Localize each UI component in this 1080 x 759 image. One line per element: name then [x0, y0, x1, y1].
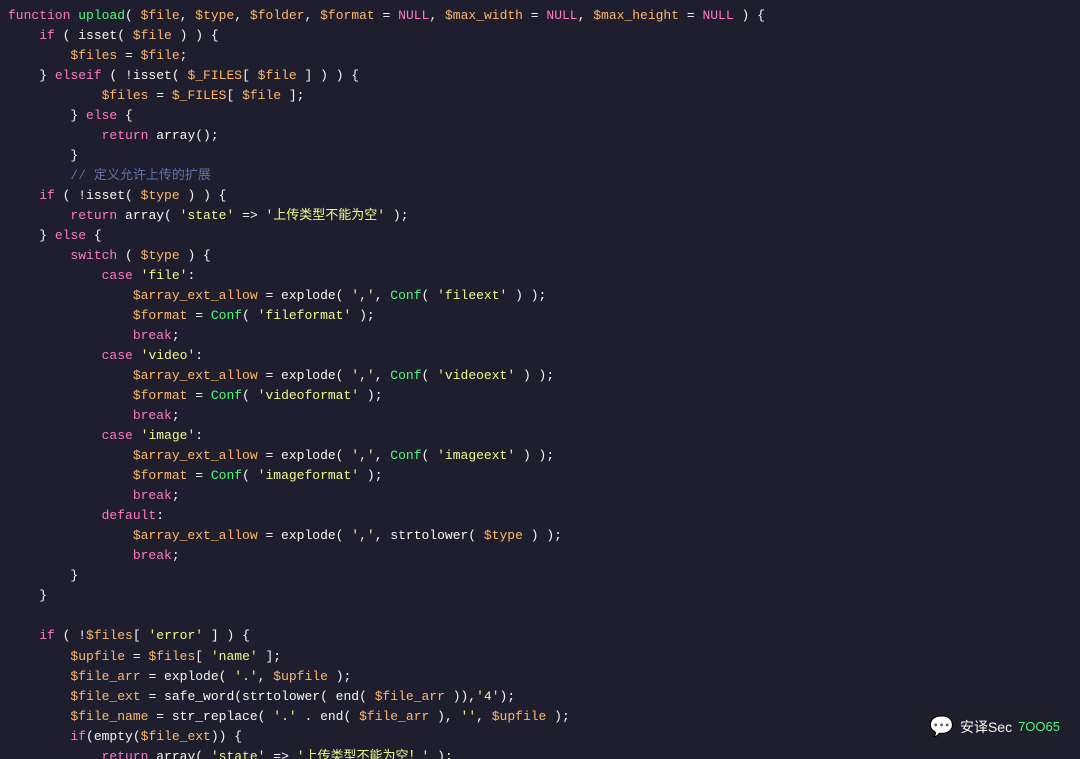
code-line: case 'image':	[8, 426, 1072, 446]
code-line: case 'video':	[8, 346, 1072, 366]
code-line: }	[8, 586, 1072, 606]
code-line: $array_ext_allow = explode( ',', Conf( '…	[8, 286, 1072, 306]
wechat-icon: 💬	[929, 712, 954, 743]
code-line: $array_ext_allow = explode( ',', Conf( '…	[8, 366, 1072, 386]
code-line: $file_name = str_replace( '.' . end( $fi…	[8, 707, 1072, 727]
code-line: default:	[8, 506, 1072, 526]
code-line: break;	[8, 406, 1072, 426]
code-line: return array( 'state' => '上传类型不能为空' );	[8, 206, 1072, 226]
code-line: $format = Conf( 'videoformat' );	[8, 386, 1072, 406]
code-line: return array( 'state' => '上传类型不能为空！' );	[8, 747, 1072, 759]
code-line: } elseif ( !isset( $_FILES[ $file ] ) ) …	[8, 66, 1072, 86]
code-line: if(empty($file_ext)) {	[8, 727, 1072, 747]
code-line: $files = $_FILES[ $file ];	[8, 86, 1072, 106]
code-line: $upfile = $files[ 'name' ];	[8, 647, 1072, 667]
code-line: return array();	[8, 126, 1072, 146]
code-line: } else {	[8, 106, 1072, 126]
code-container: function upload( $file, $type, $folder, …	[0, 0, 1080, 759]
code-line: switch ( $type ) {	[8, 246, 1072, 266]
code-line: // 定义允许上传的扩展	[8, 166, 1072, 186]
code-line: $array_ext_allow = explode( ',', strtolo…	[8, 526, 1072, 546]
code-line: $files = $file;	[8, 46, 1072, 66]
code-line: }	[8, 566, 1072, 586]
code-line: $format = Conf( 'imageformat' );	[8, 466, 1072, 486]
code-line: $array_ext_allow = explode( ',', Conf( '…	[8, 446, 1072, 466]
code-line: if ( !isset( $type ) ) {	[8, 186, 1072, 206]
code-line: break;	[8, 546, 1072, 566]
code-line: case 'file':	[8, 266, 1072, 286]
brand-subtext: 7OO65	[1018, 717, 1060, 737]
code-line: break;	[8, 326, 1072, 346]
code-block: function upload( $file, $type, $folder, …	[8, 6, 1072, 759]
code-line: } else {	[8, 226, 1072, 246]
code-line: $format = Conf( 'fileformat' );	[8, 306, 1072, 326]
code-line: if ( !$files[ 'error' ] ) {	[8, 626, 1072, 646]
code-line: $file_arr = explode( '.', $upfile );	[8, 667, 1072, 687]
code-line	[8, 606, 1072, 626]
code-line: break;	[8, 486, 1072, 506]
code-line: if ( isset( $file ) ) {	[8, 26, 1072, 46]
code-line: $file_ext = safe_word(strtolower( end( $…	[8, 687, 1072, 707]
code-line: }	[8, 146, 1072, 166]
code-line: function upload( $file, $type, $folder, …	[8, 6, 1072, 26]
brand-text: 安译Sec	[960, 717, 1012, 739]
watermark: 💬 安译Sec 7OO65	[921, 708, 1068, 747]
